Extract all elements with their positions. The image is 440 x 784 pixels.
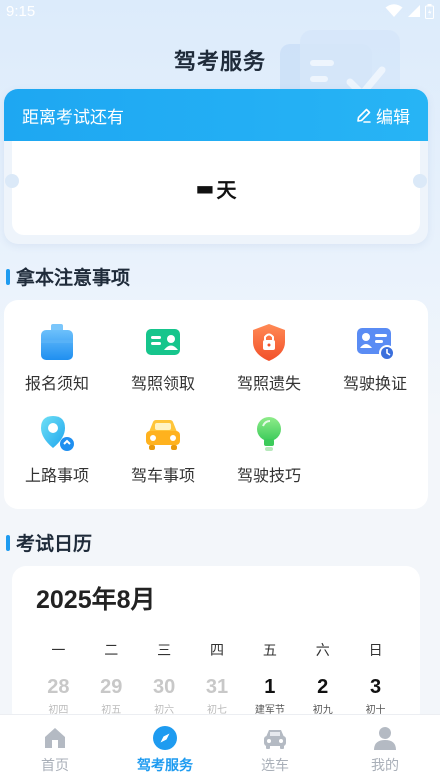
nav-item-mine[interactable]: 我的: [330, 715, 440, 784]
nav-label: 选车: [261, 757, 289, 774]
countdown-body: ▬ 天: [5, 141, 427, 235]
calendar-date[interactable]: 29 初五: [85, 676, 138, 716]
date-number: 3: [370, 676, 382, 698]
map-pin-icon: [41, 416, 74, 451]
countdown-value: ▬: [195, 176, 215, 200]
notice-item-label: 上路事项: [24, 466, 89, 485]
wifi-icon: [385, 4, 403, 17]
edit-button[interactable]: 编辑: [355, 103, 410, 128]
notice-item-license-pickup[interactable]: 驾照领取: [110, 322, 216, 394]
weekday-label: 日: [368, 643, 383, 659]
license-card-icon: [146, 329, 180, 355]
calendar-date[interactable]: 1 建军节: [243, 676, 296, 716]
weekday-label: 五: [262, 643, 277, 659]
notice-item-label: 驾照遗失: [236, 374, 301, 393]
pencil-icon: [357, 108, 371, 123]
clipboard-icon: [41, 324, 73, 360]
countdown-header: 距离考试还有 编辑: [4, 89, 428, 141]
notice-item-driving-tips[interactable]: 驾驶技巧: [216, 414, 322, 486]
calendar-month[interactable]: 2025年8月: [36, 580, 156, 616]
calendar-date[interactable]: 3 初十: [349, 676, 402, 716]
calendar-section-label: 考试日历: [16, 533, 93, 555]
calendar-card: 2025年8月 一 二 三 四 五 六 日 28 初四 29 初五 30 初六 …: [12, 566, 420, 726]
nav-label: 我的: [371, 757, 399, 774]
date-number: 1: [264, 676, 276, 698]
weekday-label: 一: [51, 643, 66, 659]
nav-item-choose-car[interactable]: 选车: [220, 715, 330, 784]
notice-item-label: 驾驶换证: [342, 374, 407, 393]
weekday-label: 四: [209, 643, 224, 659]
weekday-row: 一 二 三 四 五 六 日: [32, 640, 402, 660]
status-time: 9:15: [6, 2, 36, 20]
calendar-date[interactable]: 31 初七: [191, 676, 244, 716]
date-number: 2: [317, 676, 329, 698]
page-title: 驾考服务: [173, 50, 266, 75]
date-row: 28 初四 29 初五 30 初六 31 初七 1 建军节 2 初九 3 初十: [32, 676, 402, 716]
signal-icon: [408, 5, 420, 17]
calendar-date[interactable]: 28 初四: [32, 676, 85, 716]
date-number: 28: [47, 676, 70, 698]
nav-label: 驾考服务: [137, 757, 193, 774]
calendar-section-title: 考试日历: [6, 529, 92, 556]
shield-lock-icon: [253, 324, 285, 361]
notice-grid: 报名须知 驾照领取 驾照遗失 驾驶换证 上路事项 驾车事项 驾驶技巧: [4, 322, 428, 486]
date-number: 29: [100, 676, 123, 698]
status-icons: [385, 3, 434, 19]
notice-item-label: 驾驶技巧: [236, 466, 301, 485]
notice-item-label: 驾照领取: [130, 374, 195, 393]
nav-label: 首页: [41, 757, 69, 774]
weekday-label: 二: [104, 643, 119, 659]
date-number: 30: [153, 676, 176, 698]
compass-icon: [153, 725, 177, 750]
notice-item-license-renewal[interactable]: 驾驶换证: [322, 322, 428, 394]
calendar-date[interactable]: 30 初六: [138, 676, 191, 716]
exam-countdown-card: 距离考试还有 编辑 ▬ 天: [4, 89, 428, 244]
bottom-nav: 首页 驾考服务 选车 我的: [0, 714, 440, 784]
countdown-label: 距离考试还有: [22, 107, 124, 128]
notice-item-license-lost[interactable]: 驾照遗失: [216, 322, 322, 394]
notice-section-title: 拿本注意事项: [6, 263, 130, 290]
weekday-label: 六: [315, 643, 330, 659]
notice-section-label: 拿本注意事项: [16, 267, 131, 289]
ticket-notch-left: [5, 174, 19, 188]
car-icon: [264, 729, 286, 749]
countdown-unit: 天: [216, 177, 237, 202]
notice-item-registration[interactable]: 报名须知: [4, 322, 110, 394]
notice-item-label: 驾车事项: [130, 466, 195, 485]
edit-label: 编辑: [376, 107, 410, 128]
home-icon: [45, 727, 65, 748]
section-accent-bar: [6, 268, 10, 285]
notice-card: 报名须知 驾照领取 驾照遗失 驾驶换证 上路事项 驾车事项 驾驶技巧: [4, 300, 428, 509]
car-icon: [146, 420, 180, 450]
ticket-notch-right: [413, 174, 427, 188]
date-number: 31: [205, 676, 229, 698]
nav-item-exam-service[interactable]: 驾考服务: [110, 715, 220, 784]
notice-item-road-matters[interactable]: 上路事项: [4, 414, 110, 486]
calendar-date[interactable]: 2 初九: [296, 676, 349, 716]
weekday-label: 三: [157, 643, 172, 659]
countdown-days: ▬ 天: [196, 174, 237, 203]
lightbulb-icon: [257, 417, 281, 451]
id-card-clock-icon: [357, 328, 395, 361]
nav-item-home[interactable]: 首页: [0, 715, 110, 784]
user-icon: [374, 726, 396, 750]
battery-icon: [425, 3, 434, 19]
notice-item-label: 报名须知: [24, 374, 89, 393]
status-bar: 9:15: [0, 0, 440, 22]
notice-item-driving-matters[interactable]: 驾车事项: [110, 414, 216, 486]
section-accent-bar: [6, 534, 10, 551]
